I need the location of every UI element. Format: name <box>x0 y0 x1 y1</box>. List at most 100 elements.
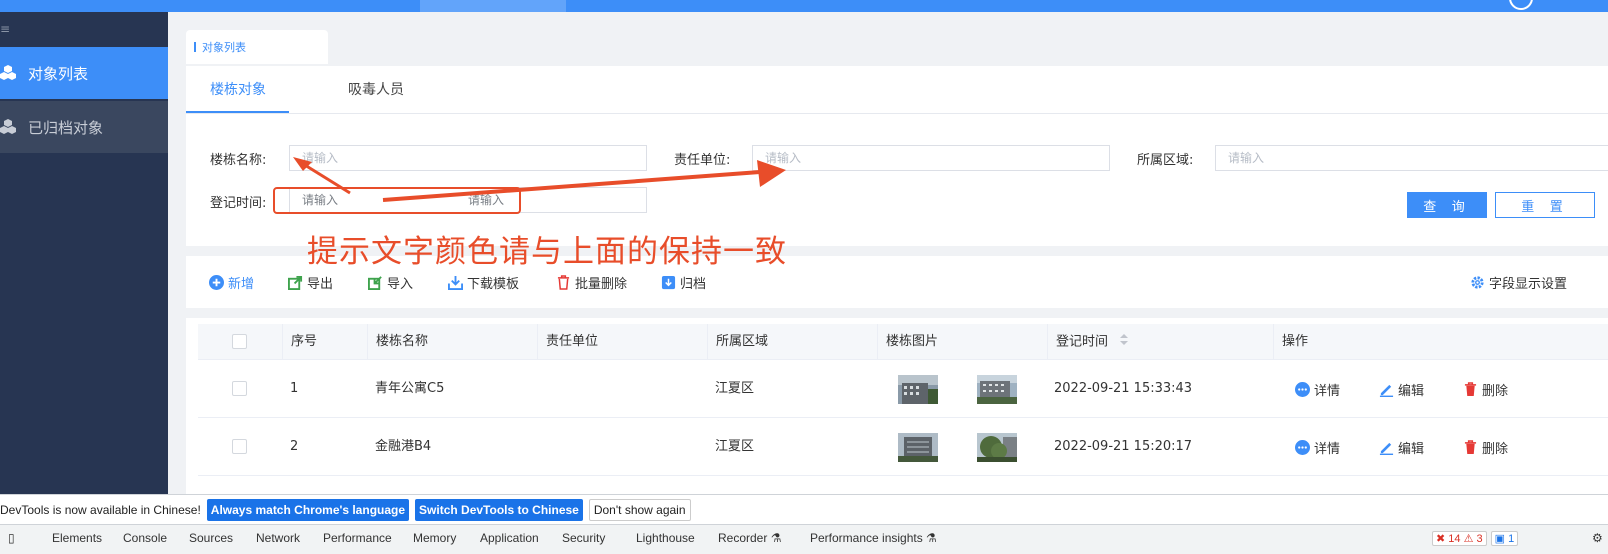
issues-count: 1 <box>1508 533 1515 545</box>
delete-button[interactable]: 删除 <box>1462 360 1508 418</box>
region-input[interactable] <box>1215 145 1608 171</box>
export-button[interactable]: 导出 <box>287 256 333 308</box>
building-thumbnail[interactable] <box>977 375 1017 404</box>
sidebar: ≡ 对象列表 已归档对象 <box>0 12 168 508</box>
devtools-tab-console[interactable]: Console <box>123 531 167 545</box>
trash-icon <box>555 274 571 290</box>
devtools-issue-counters[interactable]: ✖ 14 ⚠ 3 ▣ 1 <box>1432 531 1519 546</box>
column-header: 所属区域 <box>707 324 877 360</box>
building-thumbnail[interactable] <box>898 375 938 404</box>
toolbar: 新增 导出 导入 下载模板 批量删除 归档 字段显示设置 <box>186 256 1608 308</box>
sidebar-item-label: 已归档对象 <box>28 118 104 137</box>
devtools-tab-performance-insights[interactable]: Performance insights ⚗ <box>810 531 937 545</box>
detail-button[interactable]: 详情 <box>1294 418 1340 476</box>
trash-icon <box>1462 381 1478 397</box>
devtools-tab-strip: ▯ Elements Console Sources Network Perfo… <box>0 524 1608 554</box>
row-index: 2 <box>290 439 299 454</box>
building-thumbnail[interactable] <box>977 433 1017 462</box>
export-icon <box>287 274 303 290</box>
select-all-checkbox[interactable] <box>232 334 247 349</box>
header-active-tab[interactable] <box>420 0 566 12</box>
building-thumbnail[interactable] <box>898 433 938 462</box>
error-count: 14 <box>1448 533 1461 545</box>
devtools-tab-network[interactable]: Network <box>256 531 300 545</box>
dock-toggle-icon[interactable]: ▯ <box>8 531 15 545</box>
responsible-unit-input[interactable] <box>752 145 1110 171</box>
sort-caret-icon[interactable] <box>1120 324 1129 360</box>
edit-label: 编辑 <box>1398 383 1425 399</box>
edit-button[interactable]: 编辑 <box>1378 360 1424 418</box>
row-checkbox[interactable] <box>232 439 247 454</box>
user-avatar[interactable] <box>1509 0 1533 10</box>
query-button[interactable]: 查 询 <box>1407 192 1487 218</box>
row-checkbox[interactable] <box>232 381 247 396</box>
devtools-tab-security[interactable]: Security <box>562 531 605 545</box>
devtools-tab-elements[interactable]: Elements <box>52 531 102 545</box>
breadcrumb-tab[interactable]: 对象列表 <box>186 30 328 64</box>
archive-icon <box>660 274 676 290</box>
reset-button[interactable]: 重 置 <box>1495 192 1595 218</box>
archive-label: 归档 <box>680 276 707 292</box>
gear-icon[interactable]: ⚙ <box>1592 531 1603 545</box>
tab-building-objects[interactable]: 楼栋对象 <box>210 66 266 114</box>
row-region: 江夏区 <box>715 381 755 396</box>
data-table: 序号 楼栋名称 责任单位 所属区域 楼栋图片 登记时间 操作 1 青年公寓C5 … <box>186 318 1608 508</box>
more-circle-icon <box>1294 381 1310 397</box>
row-register-time: 2022-09-21 15:33:43 <box>1054 381 1193 396</box>
register-time-range[interactable] <box>289 187 647 213</box>
devtools-tab-recorder[interactable]: Recorder ⚗ <box>718 531 781 545</box>
row-index: 1 <box>290 381 299 396</box>
import-button[interactable]: 导入 <box>367 256 413 308</box>
switch-to-chinese-button[interactable]: Switch DevTools to Chinese <box>415 498 583 521</box>
menu-toggle-icon[interactable]: ≡ <box>0 22 10 36</box>
row-region: 江夏区 <box>715 439 755 454</box>
error-count-badge[interactable]: ✖ 14 ⚠ 3 <box>1432 531 1487 546</box>
devtools-tab-application[interactable]: Application <box>480 531 539 545</box>
devtools-tab-memory[interactable]: Memory <box>413 531 456 545</box>
register-time-label: 登记时间: <box>210 196 267 211</box>
sidebar-item-archived-objects[interactable]: 已归档对象 <box>0 101 168 153</box>
register-time-start-input[interactable] <box>290 188 440 212</box>
download-template-button[interactable]: 下载模板 <box>447 256 519 308</box>
add-label: 新增 <box>228 276 255 292</box>
cube-stack-icon <box>0 119 16 135</box>
breadcrumb-marker <box>194 42 196 52</box>
edit-label: 编辑 <box>1398 441 1425 457</box>
delete-button[interactable]: 删除 <box>1462 418 1508 476</box>
region-label: 所属区域: <box>1137 153 1194 168</box>
detail-button[interactable]: 详情 <box>1294 360 1340 418</box>
column-header-label: 登记时间 <box>1056 334 1109 350</box>
gear-icon <box>1469 274 1485 290</box>
add-button[interactable]: 新增 <box>208 256 254 308</box>
column-header-sortable[interactable]: 登记时间 <box>1047 324 1273 360</box>
dont-show-again-button[interactable]: Don't show again <box>588 498 691 521</box>
devtools-tab-sources[interactable]: Sources <box>189 531 233 545</box>
detail-label: 详情 <box>1314 441 1341 457</box>
batch-delete-button[interactable]: 批量删除 <box>555 256 627 308</box>
delete-label: 删除 <box>1482 441 1509 457</box>
column-header: 楼栋图片 <box>877 324 1047 360</box>
responsible-unit-label: 责任单位: <box>674 153 731 168</box>
top-header-bar <box>0 0 1608 12</box>
cube-stack-icon <box>0 65 16 81</box>
sidebar-item-label: 对象列表 <box>28 64 89 83</box>
sidebar-item-object-list[interactable]: 对象列表 <box>0 47 168 99</box>
object-tabs: 楼栋对象 吸毒人员 <box>186 66 1608 114</box>
field-settings-label: 字段显示设置 <box>1489 276 1568 292</box>
import-label: 导入 <box>387 276 414 292</box>
issues-count-badge[interactable]: ▣ 1 <box>1490 531 1519 546</box>
building-name-label: 楼栋名称: <box>210 153 267 168</box>
tab-drug-users[interactable]: 吸毒人员 <box>348 66 404 114</box>
always-match-language-button[interactable]: Always match Chrome's language <box>206 498 410 521</box>
building-name-input[interactable] <box>289 145 647 171</box>
archive-button[interactable]: 归档 <box>660 256 706 308</box>
trash-icon <box>1462 439 1478 455</box>
devtools-tab-performance[interactable]: Performance <box>323 531 392 545</box>
field-settings-button[interactable]: 字段显示设置 <box>1469 256 1567 308</box>
filter-panel: 楼栋对象 吸毒人员 楼栋名称: 责任单位: 所属区域: 登记时间: 查 询 重 … <box>186 66 1608 246</box>
register-time-end-input[interactable] <box>456 188 606 212</box>
devtools-tab-lighthouse[interactable]: Lighthouse <box>636 531 695 545</box>
edit-button[interactable]: 编辑 <box>1378 418 1424 476</box>
delete-label: 删除 <box>1482 383 1509 399</box>
edit-pencil-icon <box>1378 439 1394 455</box>
